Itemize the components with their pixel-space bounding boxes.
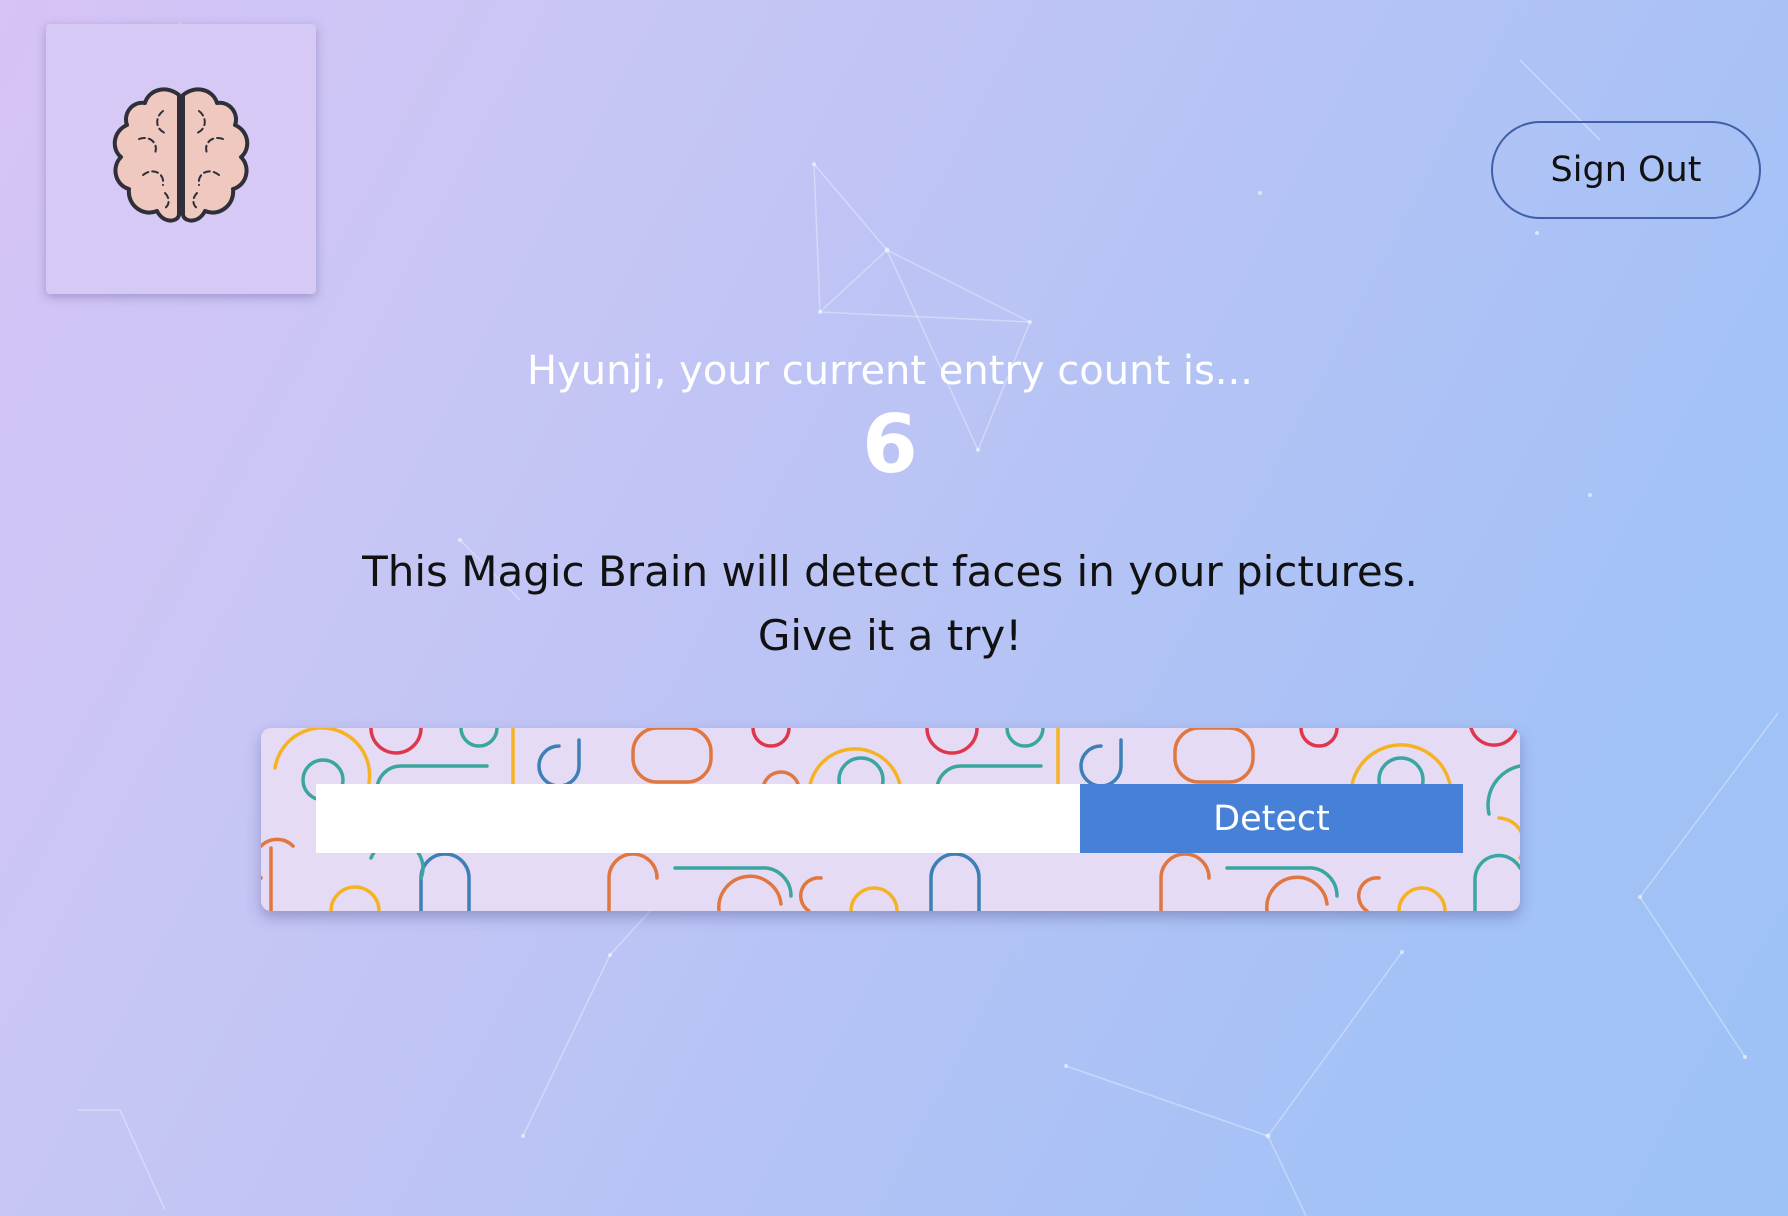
image-url-input[interactable]: [316, 784, 1081, 853]
description-line-2: Give it a try!: [757, 611, 1023, 660]
entry-count-greeting: Hyunji, your current entry count is...: [527, 348, 1253, 394]
image-link-form: Detect: [261, 728, 1520, 911]
detect-button[interactable]: Detect: [1080, 784, 1463, 853]
entry-count-value: 6: [862, 398, 918, 491]
description-line-1: This Magic Brain will detect faces in yo…: [362, 547, 1418, 596]
app-description: This Magic Brain will detect faces in yo…: [0, 540, 1780, 668]
brain-icon: [112, 87, 250, 223]
sign-out-button[interactable]: Sign Out: [1491, 121, 1761, 219]
logo-tilt-card: [46, 24, 316, 294]
